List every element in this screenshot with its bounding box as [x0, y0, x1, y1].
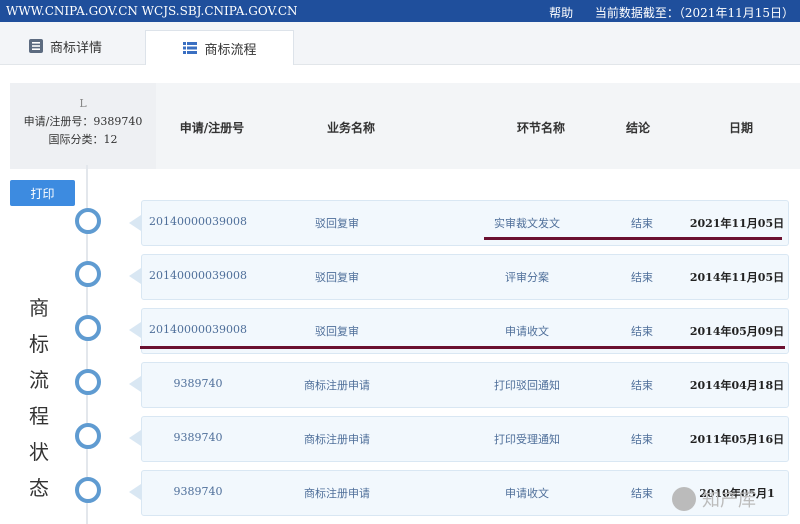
print-button[interactable]: 打印	[10, 180, 75, 206]
cell-step: 申请收文	[505, 487, 549, 500]
title-char: 流	[29, 368, 49, 392]
cell-reg-no: 20140000039008	[149, 215, 247, 228]
process-status-title: 商 标 流 程 状 态	[24, 290, 54, 506]
cell-reg-no: 9389740	[173, 431, 223, 444]
site-urls: WWW.CNIPA.GOV.CN WCJS.SBJ.CNIPA.GOV.CN	[6, 4, 298, 18]
header-date: 日期	[728, 121, 753, 135]
cell-date: 2014年04月18日	[689, 379, 785, 392]
top-bar: WWW.CNIPA.GOV.CN WCJS.SBJ.CNIPA.GOV.CN 帮…	[0, 0, 800, 22]
header-business: 业务名称	[326, 121, 375, 135]
tab-bar: 商标详情 商标流程	[0, 22, 800, 65]
cell-business: 驳回复审	[315, 325, 359, 338]
wechat-icon	[672, 487, 696, 511]
cell-result: 结束	[631, 217, 653, 230]
row-pointer	[129, 215, 141, 231]
timeline-node	[75, 477, 101, 503]
table-row[interactable]: 9389740 商标注册申请 打印驳回通知 结束 2014年04月18日	[141, 362, 789, 408]
intl-class: 国际分类：12	[48, 133, 118, 146]
timeline-node	[75, 261, 101, 287]
process-panel: L 申请/注册号：9389740 国际分类：12 申请/注册号 业务名称 环节名…	[0, 65, 800, 524]
tab-label: 商标详情	[50, 40, 103, 56]
title-char: 商	[29, 296, 49, 320]
timeline-node	[75, 423, 101, 449]
top-right: 帮助 当前数据截至：（2021年11月15日）	[549, 4, 794, 21]
cell-step: 申请收文	[505, 325, 549, 338]
help-link[interactable]: 帮助	[549, 6, 573, 20]
cell-step: 实审裁文发文	[494, 217, 560, 230]
table-row[interactable]: 9389740 商标注册申请 打印受理通知 结束 2011年05月16日	[141, 416, 789, 462]
watermark: 知产库	[672, 481, 798, 517]
cell-reg-no: 9389740	[173, 485, 223, 498]
reg-number: 申请/注册号：9389740	[23, 115, 143, 128]
highlight-underline	[484, 237, 782, 240]
cell-reg-no: 20140000039008	[149, 323, 247, 336]
row-pointer	[129, 376, 141, 392]
cell-business: 驳回复审	[315, 217, 359, 230]
row-pointer	[129, 430, 141, 446]
cell-result: 结束	[631, 487, 653, 500]
tab-label: 商标流程	[204, 42, 257, 58]
table-header: 申请/注册号 业务名称 环节名称 结论 日期	[156, 83, 800, 169]
cell-date: 2014年05月09日	[689, 325, 785, 338]
header-step: 环节名称	[516, 121, 565, 135]
cell-result: 结束	[631, 433, 653, 446]
title-char: 状	[29, 440, 49, 464]
timeline-node	[75, 315, 101, 341]
cell-step: 打印驳回通知	[494, 379, 560, 392]
timeline-node	[75, 208, 101, 234]
cell-business: 商标注册申请	[304, 487, 370, 500]
row-pointer	[129, 322, 141, 338]
cell-step: 评审分案	[505, 271, 549, 284]
row-pointer	[129, 268, 141, 284]
cell-step: 打印受理通知	[494, 433, 560, 446]
cell-result: 结束	[631, 379, 653, 392]
title-char: 程	[29, 404, 49, 428]
timeline-node	[75, 369, 101, 395]
cell-business: 商标注册申请	[304, 433, 370, 446]
table-row[interactable]: 20140000039008 驳回复审 评审分案 结束 2014年11月05日	[141, 254, 789, 300]
mark-name: L	[79, 97, 87, 110]
header-reg-no: 申请/注册号	[179, 121, 245, 135]
cell-reg-no: 20140000039008	[149, 269, 247, 282]
highlight-underline	[140, 346, 785, 349]
cell-date: 2014年11月05日	[689, 271, 785, 284]
data-cutoff-date: 当前数据截至：（2021年11月15日）	[594, 6, 794, 20]
tab-trademark-details[interactable]: 商标详情	[28, 28, 140, 64]
header-result: 结论	[625, 121, 650, 135]
cell-business: 驳回复审	[315, 271, 359, 284]
tab-trademark-process[interactable]: 商标流程	[145, 30, 294, 65]
watermark-text: 知产库	[702, 490, 756, 511]
cell-date: 2021年11月05日	[689, 217, 785, 230]
list-icon	[183, 42, 198, 54]
title-char: 标	[29, 332, 49, 356]
title-char: 态	[29, 476, 49, 500]
cell-reg-no: 9389740	[173, 377, 223, 390]
cell-result: 结束	[631, 271, 653, 284]
cell-date: 2011年05月16日	[689, 433, 785, 446]
cell-result: 结束	[631, 325, 653, 338]
cell-business: 商标注册申请	[304, 379, 370, 392]
row-pointer	[129, 484, 141, 500]
trademark-summary: L 申请/注册号：9389740 国际分类：12	[10, 83, 156, 169]
document-icon	[29, 39, 43, 53]
